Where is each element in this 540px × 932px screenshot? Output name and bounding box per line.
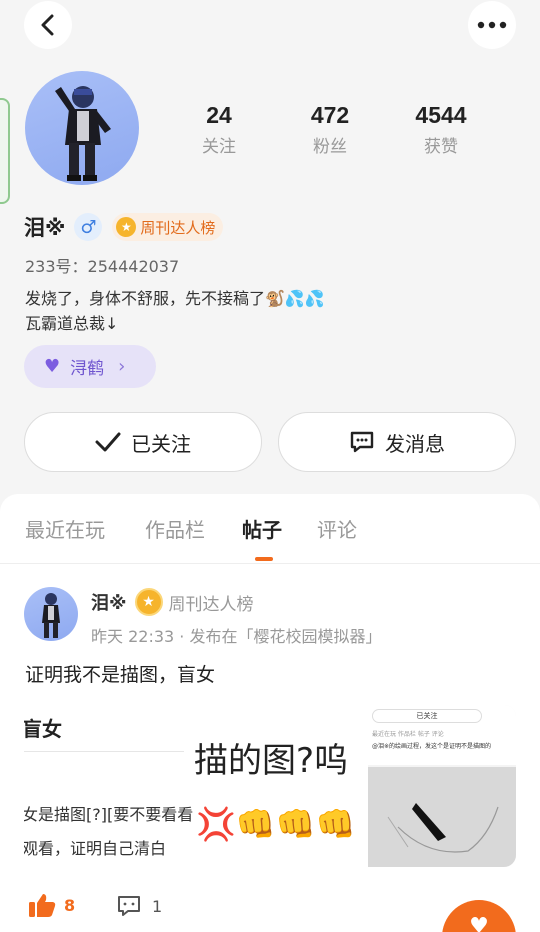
tab-recently-played[interactable]: 最近在玩 [25, 514, 105, 543]
more-options-button[interactable] [468, 1, 516, 49]
image-text: 女是描图[?][要不要看看 [24, 805, 194, 824]
heart-icon: ♥ [469, 914, 489, 932]
name-row: 泪※ ♂ ★ 周刊达人榜 [24, 211, 224, 243]
likes-received-label: 获赞 [424, 137, 458, 157]
post-image[interactable]: 盲女 女是描图[?][要不要看看 观看，证明自己清白 描的图?呜 💢👊👊👊 已关… [24, 705, 516, 867]
post-rank-label[interactable]: 周刊达人榜 [169, 590, 254, 615]
profile-tabs: 最近在玩 作品栏 帖子 评论 [0, 514, 540, 560]
post-title[interactable]: 证明我不是描图，盲女 [25, 660, 215, 687]
image-text: 观看，证明自己清白 [24, 839, 167, 858]
top-bar [0, 0, 540, 50]
guild-chip[interactable]: ♥ 浔鹤 › [24, 345, 156, 388]
comment-button[interactable]: 1 [116, 894, 162, 918]
image-emoji: 💢👊👊👊 [196, 805, 356, 843]
image-left-panel: 盲女 女是描图[?][要不要看看 观看，证明自己清白 [24, 705, 194, 867]
fans-count: 472 [310, 102, 350, 128]
bio-line: 瓦霸道总裁↓ [25, 314, 119, 333]
guild-name: 浔鹤 [70, 359, 105, 379]
profile-avatar[interactable] [25, 71, 139, 185]
heart-handshake-icon: ♥ [44, 356, 61, 377]
crown-icon: ★ [134, 588, 163, 616]
back-button[interactable] [24, 1, 72, 49]
chevron-left-icon [41, 14, 54, 36]
stat-fans[interactable]: 472 粉丝 [280, 100, 380, 157]
bio-line: 发烧了，身体不舒服，先不接稿了🐒💦💦 [25, 289, 325, 308]
like-count: 8 [64, 895, 76, 915]
bio: 发烧了，身体不舒服，先不接稿了🐒💦💦 瓦霸道总裁↓ [25, 286, 325, 336]
send-message-label: 发消息 [385, 431, 445, 456]
post-author-row: 泪※ ★ 周刊达人榜 [91, 588, 254, 616]
user-id: 233号：254442037 [25, 257, 180, 276]
like-button[interactable]: 8 [28, 892, 75, 918]
floating-edge-tab[interactable] [0, 98, 10, 204]
more-dots-icon [477, 21, 507, 29]
male-gender-icon: ♂ [74, 213, 103, 241]
chat-bubble-icon [350, 431, 374, 453]
image-caption: 描的图?呜 [194, 741, 349, 781]
likes-received-count: 4544 [415, 102, 467, 128]
thumbs-up-icon [29, 894, 56, 917]
check-icon [95, 432, 121, 452]
fans-label: 粉丝 [313, 137, 347, 157]
crown-icon: ★ [116, 217, 137, 237]
screenshot-post-text: @泪※的绘画过程，发这个是证明不是描图的 [372, 743, 492, 750]
image-text: 盲女 [24, 717, 62, 741]
sketch-image [387, 803, 499, 853]
character-avatar-image [55, 86, 111, 181]
post-author-avatar[interactable] [24, 587, 78, 641]
tab-posts[interactable]: 帖子 [242, 514, 282, 543]
content-panel: 最近在玩 作品栏 帖子 评论 泪※ ★ 周刊达人榜 昨天 22:33 · 发布在… [0, 494, 540, 932]
chevron-right-icon: › [118, 356, 126, 377]
followed-button[interactable]: 已关注 [24, 412, 262, 472]
following-count: 24 [206, 102, 232, 128]
stat-following[interactable]: 24 关注 [169, 100, 269, 157]
rank-badge-label: 周刊达人榜 [140, 218, 216, 237]
active-tab-indicator [255, 557, 273, 561]
weekly-rank-badge[interactable]: ★ 周刊达人榜 [112, 213, 224, 241]
screenshot-tabs: 最近在玩 作品栏 帖子 评论 [372, 731, 444, 738]
nickname: 泪※ [24, 216, 66, 240]
screenshot-header: 已关注 最近在玩 作品栏 帖子 评论 @泪※的绘画过程，发这个是证明不是描图的 [368, 705, 516, 765]
send-message-button[interactable]: 发消息 [278, 412, 516, 472]
comment-count: 1 [152, 896, 163, 916]
tab-divider [0, 563, 540, 564]
tab-comments[interactable]: 评论 [317, 514, 357, 543]
screenshot-follow-button: 已关注 [372, 709, 482, 723]
stat-likes-received[interactable]: 4544 获赞 [391, 100, 491, 157]
post-author-name[interactable]: 泪※ [91, 589, 127, 615]
post-meta: 昨天 22:33 · 发布在「樱花校园模拟器」 [91, 627, 382, 646]
character-avatar-image [42, 593, 60, 638]
tab-works[interactable]: 作品栏 [145, 514, 205, 543]
following-label: 关注 [202, 137, 236, 157]
comment-icon [118, 896, 140, 916]
divider [24, 751, 184, 752]
screenshot-drawing [368, 767, 516, 867]
followed-label: 已关注 [131, 431, 191, 456]
image-screenshot-panel: 已关注 最近在玩 作品栏 帖子 评论 @泪※的绘画过程，发这个是证明不是描图的 [368, 705, 516, 867]
